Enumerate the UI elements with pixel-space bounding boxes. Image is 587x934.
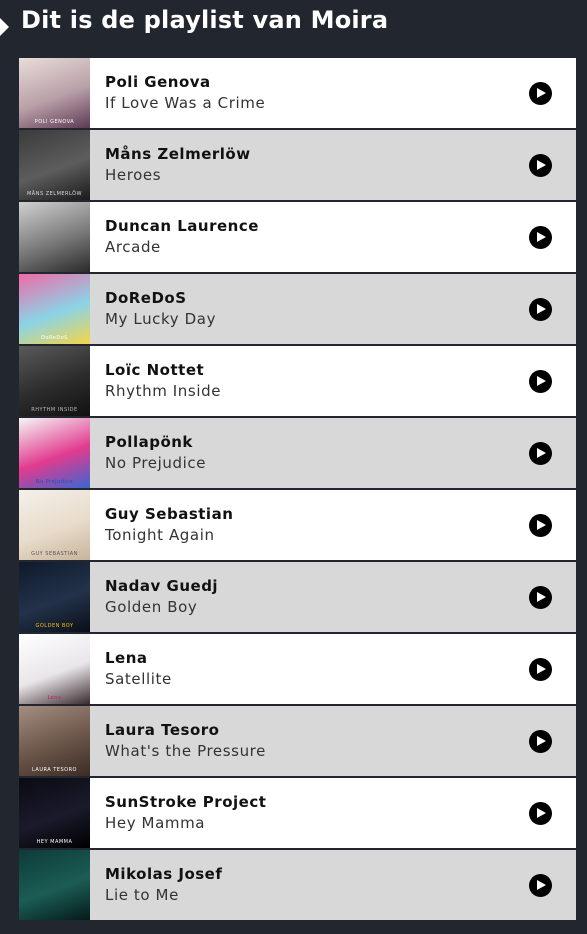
chevron-right-icon <box>0 18 9 36</box>
play-button[interactable] <box>529 586 552 609</box>
artist-name: Lena <box>105 649 148 667</box>
artist-name: Pollapönk <box>105 433 193 451</box>
album-cover-caption: POLI GENOVA <box>34 119 75 125</box>
song-title: Satellite <box>105 670 172 688</box>
playlist-row[interactable]: LAURA TESORO Laura Tesoro What's the Press… <box>19 706 576 776</box>
playlist-row[interactable]: No Prejudice Pollapönk No Prejudice <box>19 418 576 488</box>
artist-name: SunStroke Project <box>105 793 267 811</box>
album-cover: POLI GENOVA <box>19 58 90 128</box>
play-button[interactable] <box>529 370 552 393</box>
artist-name: Duncan Laurence <box>105 217 259 235</box>
album-cover-caption: GUY SEBASTIAN <box>31 551 78 557</box>
album-cover-caption: HEY MAMMA <box>36 839 73 845</box>
playlist-row[interactable]: HEY MAMMA SunStroke Project Hey Mamma <box>19 778 576 848</box>
playlist-row[interactable]: Lena Lena Satellite <box>19 634 576 704</box>
song-title: Arcade <box>105 238 161 256</box>
playlist-row[interactable]: GUY SEBASTIAN Guy Sebastian Tonight Again <box>19 490 576 560</box>
playlist-row[interactable]: RHYTHM INSIDE Loïc Nottet Rhythm Inside <box>19 346 576 416</box>
album-cover-caption: Lena <box>47 695 62 701</box>
song-title: Hey Mamma <box>105 814 206 832</box>
playlist-row[interactable]: POLI GENOVA Poli Genova If Love Was a Crim… <box>19 58 576 128</box>
playlist: POLI GENOVA Poli Genova If Love Was a Crim… <box>19 58 576 922</box>
album-cover: No Prejudice <box>19 418 90 488</box>
album-cover: DoReDoS <box>19 274 90 344</box>
page-header: Dit is de playlist van Moira <box>0 0 587 50</box>
album-cover-caption: MÅNS ZELMERLÖW <box>26 191 83 197</box>
play-button[interactable] <box>529 154 552 177</box>
play-button[interactable] <box>529 226 552 249</box>
album-cover: HEY MAMMA <box>19 778 90 848</box>
play-button[interactable] <box>529 874 552 897</box>
play-button[interactable] <box>529 82 552 105</box>
playlist-row[interactable]: Mikolas Josef Lie to Me <box>19 850 576 920</box>
artist-name: Poli Genova <box>105 73 211 91</box>
album-cover: GUY SEBASTIAN <box>19 490 90 560</box>
artist-name: Laura Tesoro <box>105 721 220 739</box>
album-cover-caption: DoReDoS <box>41 335 68 341</box>
artist-name: Guy Sebastian <box>105 505 234 523</box>
album-cover <box>19 850 90 920</box>
album-cover: LAURA TESORO <box>19 706 90 776</box>
playlist-row[interactable]: GOLDEN BOY Nadav Guedj Golden Boy <box>19 562 576 632</box>
artist-name: Mikolas Josef <box>105 865 223 883</box>
song-title: Lie to Me <box>105 886 179 904</box>
album-cover: MÅNS ZELMERLÖW <box>19 130 90 200</box>
artist-name: DoReDoS <box>105 289 187 307</box>
song-title: No Prejudice <box>105 454 207 472</box>
play-button[interactable] <box>529 730 552 753</box>
play-button[interactable] <box>529 658 552 681</box>
album-cover-caption: RHYTHM INSIDE <box>31 407 78 413</box>
song-title: What's the Pressure <box>105 742 266 760</box>
album-cover: GOLDEN BOY <box>19 562 90 632</box>
play-button[interactable] <box>529 442 552 465</box>
song-title: My Lucky Day <box>105 310 217 328</box>
page-title: Dit is de playlist van Moira <box>21 6 389 34</box>
album-cover-caption: GOLDEN BOY <box>35 623 74 629</box>
play-button[interactable] <box>529 298 552 321</box>
album-cover-caption: LAURA TESORO <box>32 767 77 773</box>
artist-name: Nadav Guedj <box>105 577 219 595</box>
song-title: If Love Was a Crime <box>105 94 266 112</box>
album-cover: Lena <box>19 634 90 704</box>
album-cover-caption: No Prejudice <box>35 479 74 485</box>
artist-name: Loïc Nottet <box>105 361 205 379</box>
play-button[interactable] <box>529 802 552 825</box>
playlist-row[interactable]: Duncan Laurence Arcade <box>19 202 576 272</box>
playlist-row[interactable]: MÅNS ZELMERLÖW Måns Zelmerlöw Heroes <box>19 130 576 200</box>
play-button[interactable] <box>529 514 552 537</box>
playlist-row[interactable]: DoReDoS DoReDoS My Lucky Day <box>19 274 576 344</box>
album-cover: RHYTHM INSIDE <box>19 346 90 416</box>
song-title: Rhythm Inside <box>105 382 222 400</box>
artist-name: Måns Zelmerlöw <box>105 145 251 163</box>
song-title: Tonight Again <box>105 526 215 544</box>
song-title: Heroes <box>105 166 162 184</box>
song-title: Golden Boy <box>105 598 198 616</box>
album-cover <box>19 202 90 272</box>
